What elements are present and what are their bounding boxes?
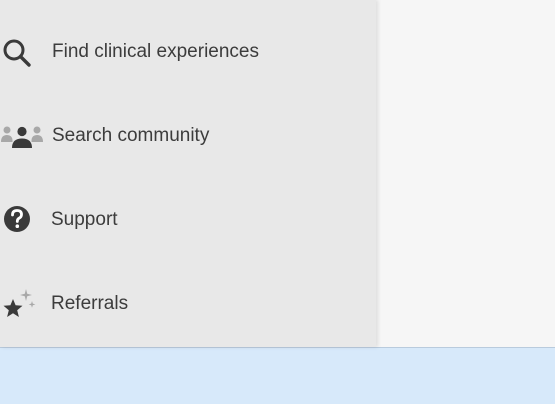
main-content-area	[376, 0, 555, 347]
sidebar-nav: Find clinical experiences Search communi…	[0, 0, 376, 347]
search-icon	[0, 34, 44, 70]
star-sparkle-icon	[0, 286, 44, 322]
help-icon	[0, 202, 44, 238]
sidebar-item-label: Find clinical experiences	[52, 41, 259, 62]
sidebar-item-label: Referrals	[51, 293, 129, 314]
sidebar-item-label: Search community	[52, 125, 210, 146]
sidebar-item-label: Support	[51, 209, 118, 230]
bottom-banner	[0, 347, 555, 404]
community-icon	[0, 118, 44, 154]
